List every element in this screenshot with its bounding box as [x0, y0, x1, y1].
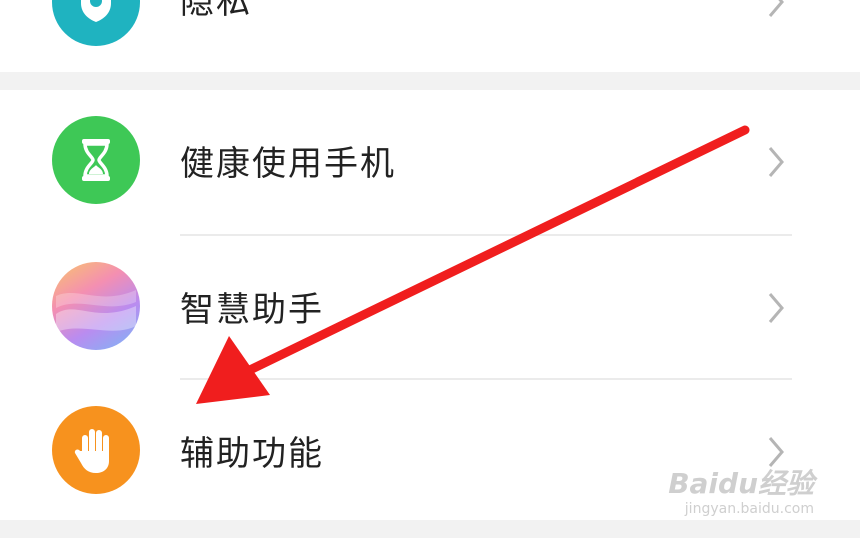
hourglass-icon: [52, 116, 140, 204]
settings-group-main: 健康使用手机 智慧助手 辅助功能: [0, 90, 860, 520]
chevron-right-icon: [768, 0, 784, 17]
watermark-brand: Baidu经验: [668, 467, 814, 500]
chevron-right-icon: [768, 437, 784, 467]
settings-item-label: 辅助功能: [180, 434, 324, 474]
chevron-right-icon: [768, 293, 784, 323]
settings-item-label: 智慧助手: [180, 290, 324, 330]
settings-item-label: 健康使用手机: [180, 144, 396, 184]
watermark-url: jingyan.baidu.com: [684, 501, 814, 517]
watermark: Baidu经验 jingyan.baidu.com: [668, 468, 814, 518]
hand-icon: [52, 406, 140, 494]
privacy-icon: [52, 0, 140, 46]
settings-item-privacy[interactable]: 隐私: [0, 0, 860, 72]
settings-item-smart-assistant[interactable]: 智慧助手: [0, 236, 860, 376]
chevron-right-icon: [768, 147, 784, 177]
settings-item-label: 隐私: [180, 0, 252, 22]
settings-group-top: 隐私: [0, 0, 860, 72]
assistant-gradient-icon: [52, 262, 140, 350]
settings-item-digital-balance[interactable]: 健康使用手机: [0, 90, 860, 230]
